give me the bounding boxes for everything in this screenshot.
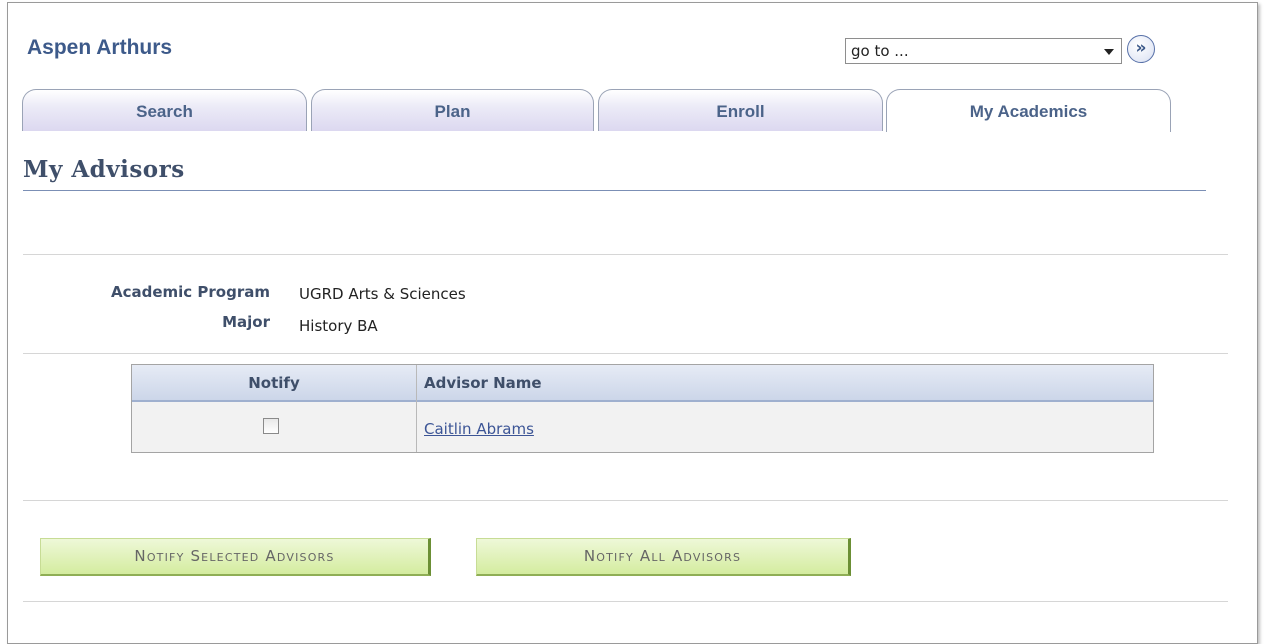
title-divider	[23, 190, 1206, 191]
chevron-down-icon	[1104, 49, 1114, 55]
advisors-grid: Notify Advisor Name Caitlin Abrams	[131, 364, 1154, 453]
section-divider	[23, 601, 1228, 602]
column-header-advisor-name: Advisor Name	[424, 374, 542, 392]
major-label: Major	[222, 313, 270, 331]
tab-bar: Search Plan Enroll My Academics	[22, 89, 1172, 132]
tab-plan[interactable]: Plan	[311, 89, 594, 131]
grid-header: Notify Advisor Name	[132, 365, 1153, 402]
goto-dropdown[interactable]: go to ...	[845, 38, 1122, 64]
goto-submit-button[interactable]: »	[1127, 35, 1155, 63]
page-title: My Advisors	[23, 156, 185, 183]
tab-label: Enroll	[716, 102, 765, 121]
button-label: Notify All Advisors	[583, 547, 742, 565]
notify-all-advisors-button[interactable]: Notify All Advisors	[476, 538, 851, 576]
notify-selected-advisors-button[interactable]: Notify Selected Advisors	[40, 538, 431, 576]
major-value: History BA	[299, 317, 378, 335]
student-name: Aspen Arthurs	[27, 36, 173, 59]
notify-checkbox[interactable]	[263, 418, 279, 434]
tab-enroll[interactable]: Enroll	[598, 89, 883, 131]
tab-label: Plan	[434, 102, 471, 121]
button-label: Notify Selected Advisors	[134, 547, 335, 565]
tab-label: Search	[136, 102, 193, 121]
section-divider	[23, 353, 1228, 354]
tab-label: My Academics	[969, 102, 1088, 121]
academic-program-value: UGRD Arts & Sciences	[299, 285, 466, 303]
section-divider	[23, 254, 1228, 255]
section-divider	[23, 500, 1228, 501]
column-header-notify: Notify	[248, 374, 300, 392]
academic-program-label: Academic Program	[110, 283, 270, 301]
advisor-name-link[interactable]: Caitlin Abrams	[424, 420, 534, 438]
tab-my-academics[interactable]: My Academics	[886, 89, 1171, 132]
tab-search[interactable]: Search	[22, 89, 307, 131]
double-chevron-right-icon: »	[1135, 38, 1147, 58]
goto-dropdown-value: go to ...	[851, 42, 909, 60]
column-divider	[416, 365, 417, 452]
